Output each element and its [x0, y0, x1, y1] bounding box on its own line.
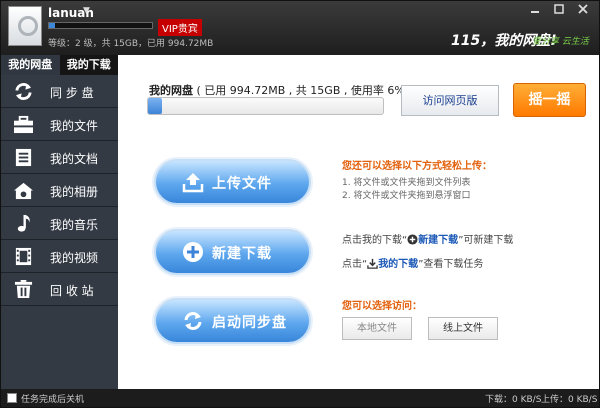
download-icon — [367, 258, 378, 269]
maximize-button[interactable] — [549, 3, 569, 19]
new-download-hint: 点击我的下载“ 新建下载”可新建下载 — [342, 231, 513, 246]
music-icon — [17, 214, 30, 232]
sidebar: 我的网盘 我的下载 同 步 盘 我的文件 我的文档 我的相册 我的音乐 我的视频 — [1, 55, 118, 389]
disk-usage-progress — [147, 97, 384, 115]
close-icon — [578, 4, 588, 14]
disk-usage-info: ( 已用 994.72MB , 共 15GB , 使用率 6% ) — [196, 84, 413, 97]
trash-icon — [14, 280, 33, 299]
disk-usage-title: 我的网盘 ( 已用 994.72MB , 共 15GB , 使用率 6% ) — [149, 82, 413, 98]
disk-title-label: 我的网盘 — [149, 84, 193, 97]
minimize-icon — [531, 11, 539, 13]
brand-slogan: 爱分享 云生活 — [532, 37, 589, 47]
my-download-link[interactable]: 我的下载 — [378, 259, 418, 270]
shutdown-checkbox[interactable] — [7, 393, 17, 403]
hint-text: ”查看下载任务 — [418, 259, 484, 270]
sidebar-item-videos[interactable]: 我的视频 — [1, 240, 118, 273]
toolbox-icon — [14, 115, 33, 134]
hint-text: 点击“ — [342, 259, 368, 270]
new-download-label: 新建下载 — [212, 246, 272, 262]
sidebar-item-photos[interactable]: 我的相册 — [1, 174, 118, 207]
film-icon — [15, 247, 32, 266]
maximize-icon — [554, 4, 564, 14]
document-icon — [15, 148, 32, 167]
hint-text: 点击我的下载“ — [342, 235, 408, 246]
upload-icon — [182, 173, 204, 193]
level-info: 等级：2 级，共 15GB，已用 994.72MB — [48, 39, 214, 49]
shutdown-label: 任务完成后关机 — [21, 395, 85, 405]
upload-tip-2: 2. 将文件或文件夹拖到悬浮窗口 — [342, 191, 471, 201]
avatar[interactable] — [8, 6, 42, 46]
sidebar-item-files[interactable]: 我的文件 — [1, 108, 118, 141]
plus-circle-icon — [407, 234, 418, 245]
sync-icon — [15, 83, 32, 100]
sidebar-item-label: 我的文档 — [50, 152, 99, 166]
user-menu-chevron-down-icon[interactable]: ▼ — [83, 6, 90, 16]
hint-text: ”可新建下载 — [458, 235, 514, 246]
close-button[interactable] — [573, 3, 593, 19]
main-panel: 我的网盘 ( 已用 994.72MB , 共 15GB , 使用率 6% ) 访… — [118, 55, 599, 389]
sidebar-item-recycle-bin[interactable]: 回 收 站 — [1, 273, 118, 306]
minimize-button[interactable] — [525, 3, 545, 19]
header-bar: lanuan ▼ VIP贵宾 等级：2 级，共 15GB，已用 994.72MB… — [1, 1, 599, 55]
online-file-button[interactable]: 线上文件 — [428, 317, 498, 340]
sidebar-tabs: 我的网盘 我的下载 — [1, 55, 118, 75]
tab-my-downloads[interactable]: 我的下载 — [60, 55, 119, 75]
quota-bar-fill — [49, 23, 56, 28]
sidebar-item-label: 同 步 盘 — [50, 86, 94, 100]
my-download-hint: 点击“ 我的下载”查看下载任务 — [342, 255, 483, 270]
shake-button[interactable]: 摇一摇 — [513, 83, 586, 117]
sidebar-item-music[interactable]: 我的音乐 — [1, 207, 118, 240]
sync-icon — [184, 312, 202, 330]
disk-usage-progress-fill — [148, 98, 163, 114]
upload-file-label: 上传文件 — [212, 176, 272, 192]
start-sync-button[interactable]: 启动同步盘 — [154, 298, 311, 344]
sidebar-item-sync[interactable]: 同 步 盘 — [1, 75, 118, 108]
upload-speed: 上传：0 KB/S — [541, 395, 598, 405]
sidebar-item-label: 我的文件 — [50, 119, 99, 133]
vip-badge[interactable]: VIP贵宾 — [158, 19, 202, 36]
local-file-button[interactable]: 本地文件 — [342, 317, 412, 340]
app-window: lanuan ▼ VIP贵宾 等级：2 级，共 15GB，已用 994.72MB… — [0, 0, 600, 408]
photo-icon — [14, 182, 33, 200]
sidebar-item-label: 我的音乐 — [50, 218, 99, 232]
sidebar-item-label: 我的视频 — [50, 251, 99, 265]
sidebar-item-label: 我的相册 — [50, 185, 99, 199]
new-download-button[interactable]: 新建下载 — [154, 229, 311, 275]
plus-circle-icon — [183, 242, 203, 262]
tab-my-disk[interactable]: 我的网盘 — [1, 55, 60, 75]
start-sync-label: 启动同步盘 — [212, 315, 287, 331]
new-download-link[interactable]: 新建下载 — [418, 235, 458, 246]
sidebar-item-documents[interactable]: 我的文档 — [1, 141, 118, 174]
upload-file-button[interactable]: 上传文件 — [154, 159, 311, 205]
upload-tip-1: 1. 将文件或文件夹拖到文件列表 — [342, 178, 471, 188]
visit-web-button[interactable]: 访问网页版 — [401, 85, 499, 116]
download-speed: 下载：0 KB/S — [485, 395, 542, 405]
status-bar: 任务完成后关机 下载：0 KB/S 上传：0 KB/S — [1, 389, 599, 407]
quota-bar — [48, 22, 153, 29]
upload-tip-title: 您还可以选择以下方式轻松上传： — [342, 161, 492, 172]
visit-choice-title: 您可以选择访问： — [342, 301, 422, 312]
sidebar-item-label: 回 收 站 — [50, 284, 94, 298]
